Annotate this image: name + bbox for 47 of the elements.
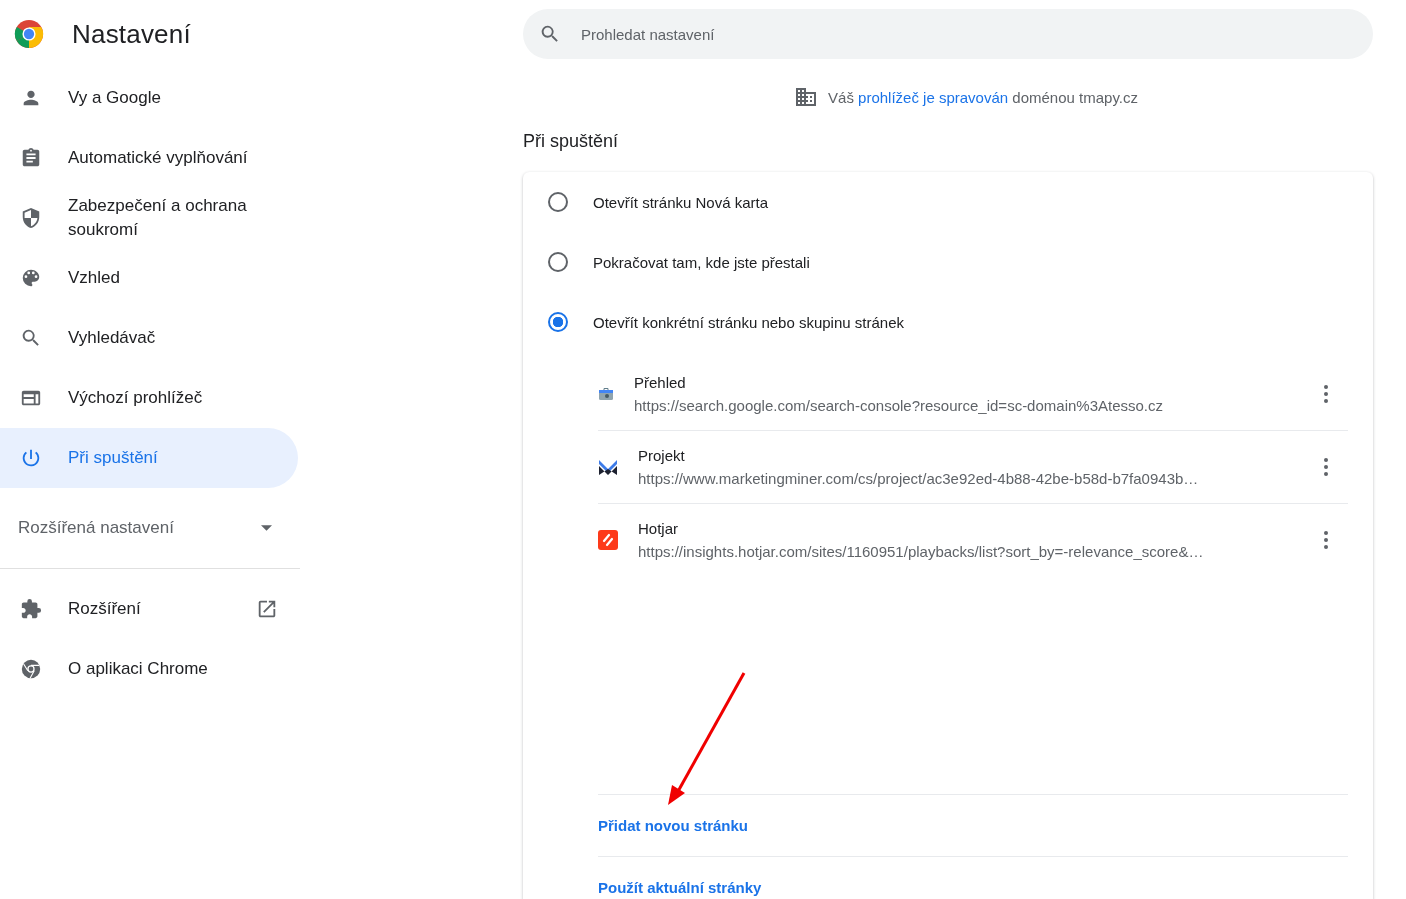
toolbox-favicon-icon xyxy=(598,386,614,402)
page-title-text: Projekt xyxy=(638,447,686,464)
more-options-icon[interactable] xyxy=(1324,531,1328,549)
chrome-outline-icon xyxy=(20,658,42,680)
building-icon xyxy=(794,85,819,109)
section-title: Při spuštění xyxy=(523,131,620,152)
option-label: Otevřít stránku Nová karta xyxy=(593,193,769,211)
sidebar-item[interactable]: Rozšíření xyxy=(0,579,298,639)
chrome-logo-icon xyxy=(14,19,44,49)
page-title-text: Přehled xyxy=(634,374,687,391)
caret-icon xyxy=(261,525,272,531)
action-link[interactable]: Použít aktuální stránky xyxy=(598,879,762,896)
sidebar-item[interactable]: Vyhledávač xyxy=(0,308,298,368)
radio-button[interactable] xyxy=(548,312,568,332)
more-options-icon[interactable] xyxy=(1324,385,1328,403)
hotjar-favicon-icon xyxy=(598,530,618,550)
more-options-icon[interactable] xyxy=(1324,458,1328,476)
puzzle-piece-icon xyxy=(20,598,42,620)
managed-browser-notice: Váš prohlížeč je spravován doménou tmapy.cz xyxy=(828,88,1138,106)
page-url: https://insights.hotjar.com/sites/1160951/playbacks/list?sort_by=-relevance_score&… xyxy=(638,543,1205,560)
page-url: https://search.google.com/search-console?resource_id=sc-domain%3Atesso.cz xyxy=(634,397,1165,414)
radio-button[interactable] xyxy=(548,252,568,272)
sidebar-item[interactable]: Při spuštění xyxy=(0,428,298,488)
radio-button[interactable] xyxy=(548,192,568,212)
shield-icon xyxy=(20,207,42,229)
search-field[interactable]: Prohledat nastavení xyxy=(523,9,1373,59)
sidebar-item[interactable]: Zabezpečení a ochrana soukromí xyxy=(0,188,298,248)
search-icon xyxy=(20,327,42,349)
sidebar-item[interactable]: O aplikaci Chrome xyxy=(0,639,298,699)
advanced-settings-toggle[interactable]: Rozšířená nastavení xyxy=(0,488,298,568)
search-icon xyxy=(539,23,561,45)
power-icon xyxy=(20,447,42,469)
m-letter-favicon-icon xyxy=(598,457,618,477)
page-title-text: Hotjar xyxy=(638,520,679,537)
option-label: Otevřít konkrétní stránku nebo skupinu stránek xyxy=(593,313,904,331)
sidebar-item[interactable]: Automatické vyplňování xyxy=(0,128,298,188)
sidebar-item[interactable]: Vy a Google xyxy=(0,68,298,128)
external-link-icon[interactable] xyxy=(256,598,278,620)
sidebar-item[interactable]: Vzhled xyxy=(0,248,298,308)
managed-info-link[interactable]: prohlížeč je spravován xyxy=(858,88,1009,106)
page-title: Nastavení xyxy=(72,18,191,50)
palette-icon xyxy=(20,267,42,289)
clipboard-icon xyxy=(20,147,42,169)
action-link[interactable]: Přidat novou stránku xyxy=(598,817,749,834)
option-label: Pokračovat tam, kde jste přestali xyxy=(593,253,810,271)
sidebar-item[interactable]: Výchozí prohlížeč xyxy=(0,368,298,428)
page-url: https://www.marketingminer.com/cs/project/ac3e92ed-4b88-42be-b58d-b7fa0943b… xyxy=(638,470,1200,487)
